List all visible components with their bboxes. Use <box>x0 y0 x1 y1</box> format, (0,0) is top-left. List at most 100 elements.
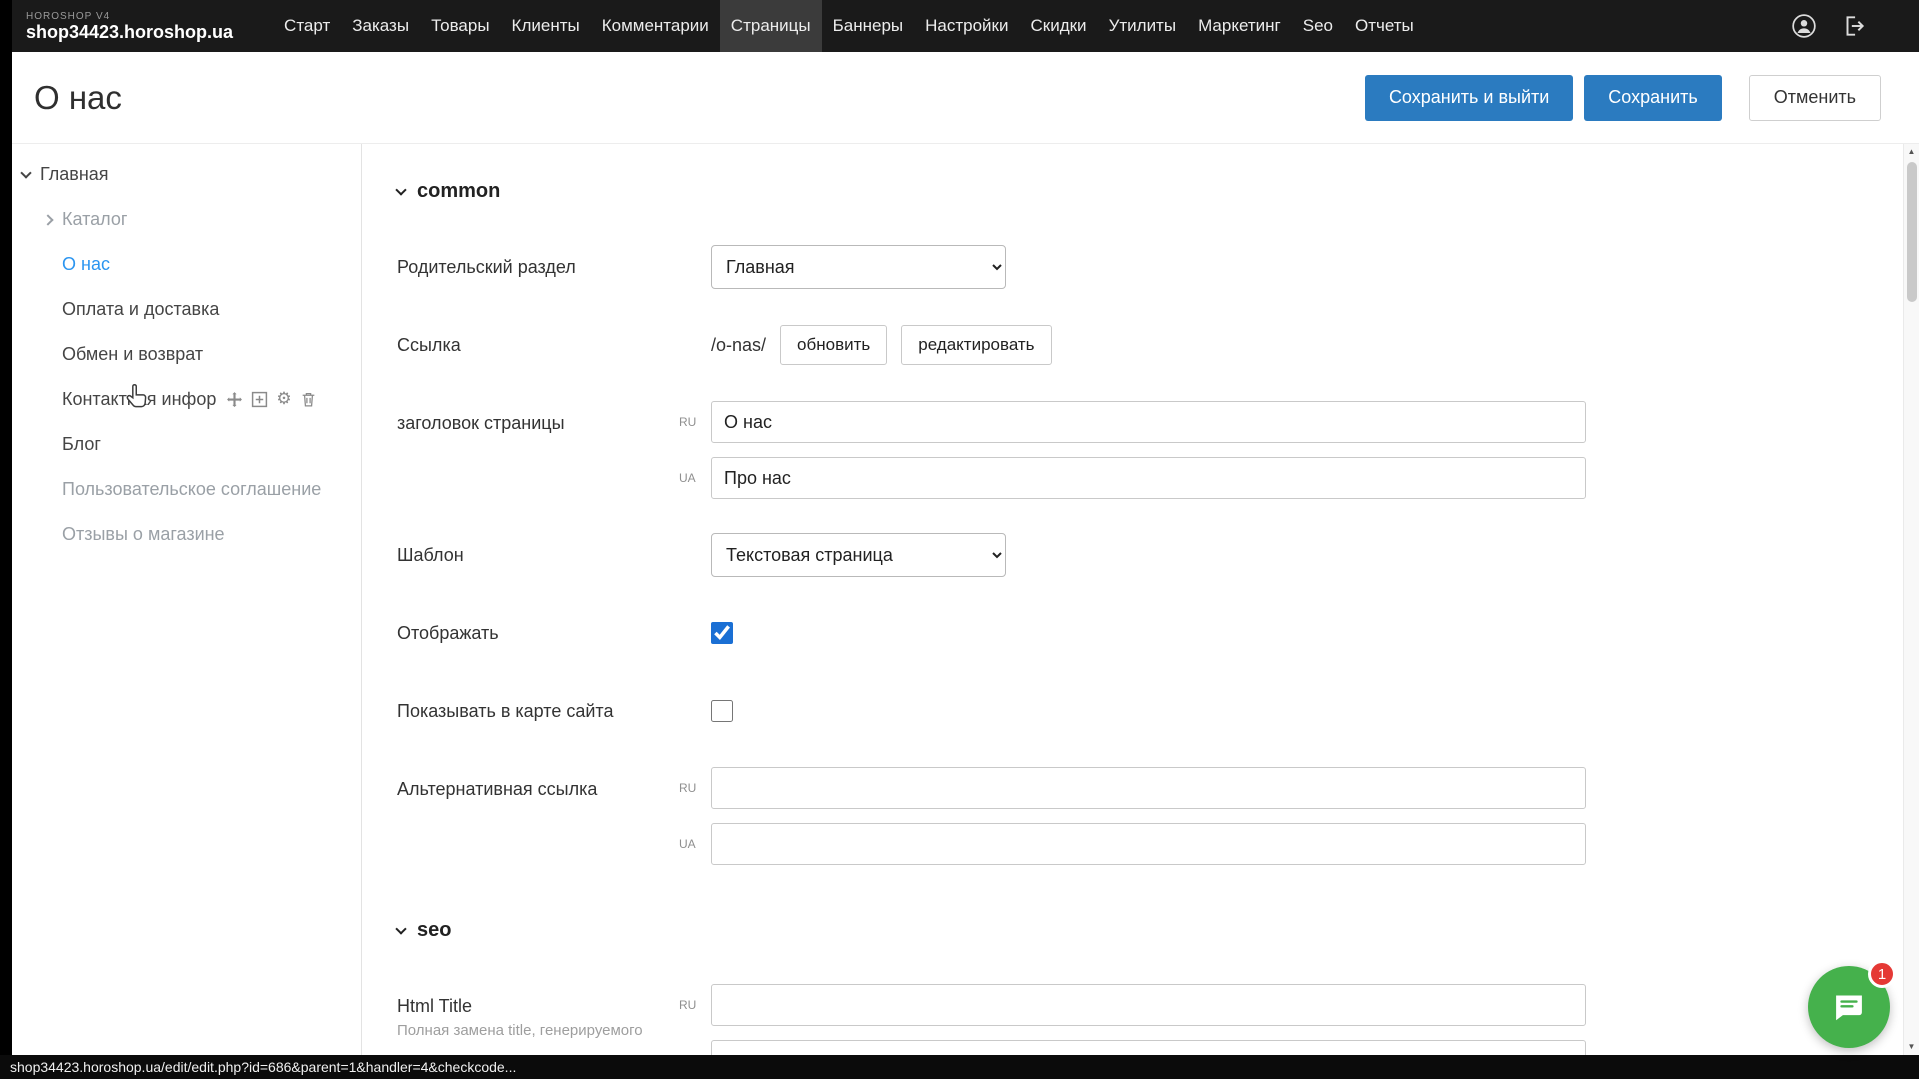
field-note: Полная замена title, генерируемого <box>397 1022 697 1040</box>
pages-tree-sidebar: Главная Каталог О нас Оплата и доставка … <box>12 144 362 1055</box>
lang-tag-ua: UA <box>679 823 696 865</box>
menu-utilities[interactable]: Утилиты <box>1098 0 1188 52</box>
trash-icon[interactable] <box>300 391 317 408</box>
section-common-header[interactable]: common <box>397 180 1919 203</box>
lang-tag-ua: UA <box>679 457 696 499</box>
chevron-down-icon <box>395 923 406 934</box>
sidebar-item-label: Главная <box>40 164 109 185</box>
page-title: О нас <box>34 79 122 117</box>
save-button[interactable]: Сохранить <box>1584 75 1721 121</box>
page-title-ru-input[interactable] <box>711 401 1586 443</box>
menu-clients[interactable]: Клиенты <box>501 0 591 52</box>
menu-discounts[interactable]: Скидки <box>1019 0 1097 52</box>
sidebar-item-contact-info[interactable]: Контактная инфор ⚙ <box>12 377 361 422</box>
sidebar-item-blog[interactable]: Блог <box>12 422 361 467</box>
sitemap-checkbox[interactable] <box>711 700 733 722</box>
chat-unread-badge: 1 <box>1868 960 1896 988</box>
html-title-ru-input[interactable] <box>711 984 1586 1026</box>
sidebar-item-payment-delivery[interactable]: Оплата и доставка <box>12 287 361 332</box>
sidebar-item-user-agreement[interactable]: Пользовательское соглашение <box>12 467 361 512</box>
section-title: common <box>417 180 500 203</box>
alt-link-row: Альтернативная ссылка RU UA <box>397 767 1919 865</box>
topbar-icons <box>1791 0 1919 52</box>
scroll-up-icon[interactable]: ▲ <box>1908 144 1916 160</box>
add-page-icon[interactable] <box>251 391 268 408</box>
field-label: Ссылка <box>397 323 711 367</box>
menu-start[interactable]: Старт <box>273 0 341 52</box>
sidebar-item-label: Каталог <box>62 209 127 230</box>
sidebar-item-label: Контактная инфор <box>62 389 216 410</box>
sidebar-item-label: О нас <box>62 254 110 275</box>
field-label: Показывать в карте сайта <box>397 689 711 733</box>
sidebar-item-store-reviews[interactable]: Отзывы о магазине <box>12 512 361 557</box>
menu-banners[interactable]: Баннеры <box>822 0 915 52</box>
sitemap-row: Показывать в карте сайта <box>397 689 1919 733</box>
cancel-button[interactable]: Отменить <box>1749 75 1881 121</box>
link-path: /o-nas/ <box>711 335 766 356</box>
top-navbar: HOROSHOP V4 shop34423.horoshop.ua Старт … <box>12 0 1919 52</box>
app-window: HOROSHOP V4 shop34423.horoshop.ua Старт … <box>12 0 1919 1055</box>
scrollbar-thumb[interactable] <box>1907 162 1917 302</box>
sidebar-item-label: Обмен и возврат <box>62 344 203 365</box>
sidebar-item-label: Отзывы о магазине <box>62 524 225 545</box>
status-url-bar: shop34423.horoshop.ua/edit/edit.php?id=6… <box>0 1055 1919 1079</box>
page-title-row: заголовок страницы RU UA <box>397 401 1919 499</box>
lang-tag-ru: RU <box>679 401 696 443</box>
display-checkbox[interactable] <box>711 622 733 644</box>
alt-link-ua-input[interactable] <box>711 823 1586 865</box>
display-row: Отображать <box>397 611 1919 655</box>
menu-products[interactable]: Товары <box>420 0 500 52</box>
scroll-down-icon[interactable]: ▼ <box>1908 1039 1916 1055</box>
refresh-link-button[interactable]: обновить <box>780 325 887 365</box>
vertical-scrollbar[interactable]: ▲ ▼ <box>1903 144 1919 1055</box>
move-icon[interactable] <box>226 391 243 408</box>
sidebar-item-label: Блог <box>62 434 101 455</box>
edit-link-button[interactable]: редактировать <box>901 325 1051 365</box>
sidebar-item-about[interactable]: О нас <box>12 242 361 287</box>
menu-reports[interactable]: Отчеты <box>1344 0 1425 52</box>
alt-link-ru-input[interactable] <box>711 767 1586 809</box>
lang-tag-ru: RU <box>679 984 696 1026</box>
section-seo-header[interactable]: seo <box>397 919 1919 942</box>
brand-logo[interactable]: HOROSHOP V4 shop34423.horoshop.ua <box>12 0 247 52</box>
parent-section-row: Родительский раздел Главная <box>397 245 1919 289</box>
template-select[interactable]: Текстовая страница <box>711 533 1006 577</box>
field-label: Шаблон <box>397 533 711 577</box>
menu-comments[interactable]: Комментарии <box>591 0 720 52</box>
chevron-down-icon <box>395 184 406 195</box>
parent-section-select[interactable]: Главная <box>711 245 1006 289</box>
top-menu: Старт Заказы Товары Клиенты Комментарии … <box>273 0 1791 52</box>
template-row: Шаблон Текстовая страница <box>397 533 1919 577</box>
account-icon[interactable] <box>1791 13 1817 39</box>
status-url-text: shop34423.horoshop.ua/edit/edit.php?id=6… <box>10 1059 516 1075</box>
field-label: Родительский раздел <box>397 245 711 289</box>
chevron-right-icon[interactable] <box>42 214 53 225</box>
logout-icon[interactable] <box>1841 13 1867 39</box>
sidebar-item-home[interactable]: Главная <box>12 152 361 197</box>
save-and-exit-button[interactable]: Сохранить и выйти <box>1365 75 1573 121</box>
page-edit-form: common Родительский раздел Главная Ссылк… <box>362 144 1919 1055</box>
field-label: Альтернативная ссылка <box>397 767 711 811</box>
gear-icon[interactable]: ⚙ <box>276 391 291 408</box>
link-row: Ссылка /o-nas/ обновить редактировать <box>397 323 1919 367</box>
brand-version-label: HOROSHOP V4 <box>26 11 233 22</box>
header-actions: Сохранить и выйти Сохранить Отменить <box>1365 75 1881 121</box>
menu-seo[interactable]: Seo <box>1292 0 1344 52</box>
menu-marketing[interactable]: Маркетинг <box>1187 0 1292 52</box>
sidebar-item-catalog[interactable]: Каталог <box>12 197 361 242</box>
html-title-ua-input[interactable] <box>711 1040 1586 1055</box>
chevron-down-icon[interactable] <box>20 167 31 178</box>
lang-tag-ua: UA <box>679 1040 696 1055</box>
chat-bubble-icon <box>1830 988 1868 1026</box>
section-title: seo <box>417 919 451 942</box>
menu-settings[interactable]: Настройки <box>914 0 1019 52</box>
page-title-ua-input[interactable] <box>711 457 1586 499</box>
field-label: Html Title Полная замена title, генериру… <box>397 984 711 1040</box>
field-label: Отображать <box>397 611 711 655</box>
sidebar-item-exchange-return[interactable]: Обмен и возврат <box>12 332 361 377</box>
menu-orders[interactable]: Заказы <box>341 0 420 52</box>
menu-pages[interactable]: Страницы <box>720 0 822 52</box>
html-title-row: Html Title Полная замена title, генериру… <box>397 984 1919 1055</box>
sidebar-item-label: Оплата и доставка <box>62 299 219 320</box>
sidebar-item-label: Пользовательское соглашение <box>62 479 321 500</box>
